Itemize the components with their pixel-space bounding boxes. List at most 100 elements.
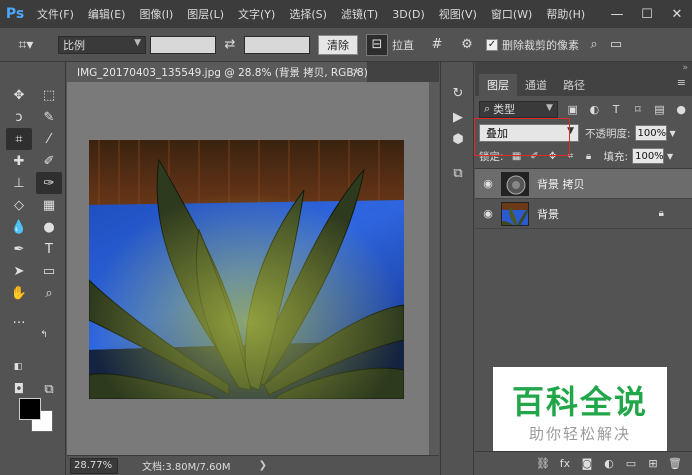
hand-tool-icon[interactable]: ✋ [6, 282, 32, 304]
menu-type[interactable]: 文字(Y) [231, 6, 282, 22]
lock-all-icon[interactable]: 🔒︎ [580, 148, 598, 164]
document-image[interactable] [89, 140, 404, 399]
straighten-icon[interactable]: ⊟ [366, 33, 388, 56]
eye-icon[interactable]: ◉ [475, 207, 501, 220]
path-select-tool-icon[interactable]: ➤ [6, 260, 32, 282]
menu-help[interactable]: 帮助(H) [539, 6, 592, 22]
menu-layer[interactable]: 图层(L) [180, 6, 231, 22]
rectangle-tool-icon[interactable]: ▭ [36, 260, 62, 282]
tools-panel: ✥ ⬚ ↄ ✎ ⌗ ⁄ ✚ ✐ ⊥ ✑ ◇ ▦ 💧 ● ✒ T ➤ ▭ ✋ ⌕ … [0, 62, 66, 475]
tab-channels[interactable]: 通道 [517, 74, 555, 96]
default-colors-icon[interactable]: ◧ [10, 360, 26, 374]
layer-filter-value: 类型 [493, 103, 516, 116]
eyedropper-tool-icon[interactable]: ⁄ [36, 128, 62, 150]
trash-icon[interactable]: 🗑︎ [664, 454, 686, 474]
layer-row[interactable]: ◉ 背景 拷贝 [475, 169, 692, 199]
fill-chevron-icon[interactable]: ▼ [664, 147, 676, 165]
blend-mode-select[interactable]: 叠加 ▼ [474, 118, 579, 156]
brush-tool-icon[interactable]: ✐ [36, 150, 62, 172]
zoom-level-field[interactable]: 28.77% [70, 457, 118, 474]
menu-image[interactable]: 图像(I) [132, 6, 180, 22]
history-panel-icon[interactable]: ↻ [447, 82, 469, 104]
gradient-tool-icon[interactable]: ▦ [36, 194, 62, 216]
menu-select[interactable]: 选择(S) [282, 6, 334, 22]
adjustment-layer-icon[interactable]: ◐ [598, 454, 620, 474]
swap-colors-icon[interactable]: ↰ [36, 328, 52, 342]
minimize-button[interactable]: — [602, 0, 632, 28]
clear-button[interactable]: 清除 [318, 34, 358, 55]
link-layers-icon[interactable]: ⛓ [532, 454, 554, 474]
watermark-title: 百科全说 [511, 383, 648, 421]
filter-pixel-icon[interactable]: ▣ [562, 100, 584, 118]
opacity-label: 不透明度: [585, 127, 631, 140]
filter-toggle-icon[interactable]: ● [670, 100, 692, 118]
new-layer-icon[interactable]: ⊞ [642, 454, 664, 474]
actions-panel-icon[interactable]: ▶ [447, 106, 469, 128]
new-group-icon[interactable]: ▭ [620, 454, 642, 474]
opacity-input[interactable]: 100% [634, 125, 667, 141]
blur-tool-icon[interactable]: 💧 [6, 216, 32, 238]
panel-tabs: 图层 通道 路径 ≡ » [475, 62, 692, 96]
pen-tool-icon[interactable]: ✒ [6, 238, 32, 260]
menu-file[interactable]: 文件(F) [30, 6, 81, 22]
layer-row[interactable]: ◉ 背景 🔒︎ [475, 199, 692, 229]
filter-adjustment-icon[interactable]: ◐ [584, 100, 606, 118]
search-icon[interactable]: ⌕ [583, 34, 605, 56]
paragraph-panel-icon[interactable]: ⧉ [447, 162, 469, 184]
workspace-icon[interactable]: ▭ [605, 34, 627, 56]
close-button[interactable]: ✕ [662, 0, 692, 28]
ratio-select[interactable]: 比例 ▼ [58, 35, 146, 54]
tab-layers[interactable]: 图层 [479, 74, 517, 96]
layer-filter-select[interactable]: ⌕ 类型 ▼ [479, 100, 558, 118]
maximize-button[interactable]: ☐ [632, 0, 662, 28]
eye-icon[interactable]: ◉ [475, 177, 501, 190]
screen-mode-icon[interactable]: ⧉ [36, 378, 62, 400]
add-mask-icon[interactable]: ◙ [576, 454, 598, 474]
document-tab[interactable]: IMG_20170403_135549.jpg @ 28.8% (背景 拷贝, … [67, 62, 367, 82]
close-tab-icon[interactable]: × [352, 65, 361, 78]
type-tool-icon[interactable]: T [36, 238, 62, 260]
menu-view[interactable]: 视图(V) [432, 6, 484, 22]
overlay-grid-icon[interactable]: # [426, 34, 448, 56]
filter-shape-icon[interactable]: ⌑ [627, 100, 649, 118]
menu-filter[interactable]: 滤镜(T) [334, 6, 385, 22]
dodge-tool-icon[interactable]: ● [36, 216, 62, 238]
status-menu-arrow-icon[interactable]: ❯ [259, 460, 267, 471]
canvas-area[interactable] [67, 82, 439, 455]
layer-name[interactable]: 背景 [537, 206, 559, 222]
delete-cropped-checkbox[interactable]: ✓ [486, 38, 498, 51]
quick-mask-icon[interactable]: ◘ [6, 378, 32, 400]
zoom-tool-icon[interactable]: ⌕ [36, 282, 62, 304]
opacity-chevron-icon[interactable]: ▼ [667, 124, 679, 142]
swap-icon[interactable]: ⇄ [219, 34, 241, 56]
history-brush-tool-icon[interactable]: ✑ [36, 172, 62, 194]
move-tool-icon[interactable]: ✥ [6, 84, 32, 106]
marquee-tool-icon[interactable]: ⬚ [36, 84, 62, 106]
gear-icon[interactable]: ⚙ [456, 34, 478, 56]
healing-brush-tool-icon[interactable]: ✚ [6, 150, 32, 172]
crop-tool-preset-icon[interactable]: ⌗▾ [8, 32, 44, 58]
lasso-tool-icon[interactable]: ↄ [6, 106, 32, 128]
fill-input[interactable]: 100% [632, 148, 665, 164]
tab-paths[interactable]: 路径 [555, 74, 593, 96]
menu-window[interactable]: 窗口(W) [484, 6, 539, 22]
layer-name[interactable]: 背景 拷贝 [537, 176, 585, 192]
layer-style-icon[interactable]: fx [554, 454, 576, 474]
eraser-tool-icon[interactable]: ◇ [6, 194, 32, 216]
foreground-color-swatch[interactable] [19, 398, 41, 420]
crop-tool-icon[interactable]: ⌗ [6, 128, 32, 150]
more-tools-icon[interactable]: … [6, 308, 32, 330]
collapse-panel-icon[interactable]: » [682, 63, 688, 73]
ratio-width-input[interactable] [150, 35, 216, 54]
ratio-height-input[interactable] [244, 35, 310, 54]
3d-panel-icon[interactable]: ⬢ [447, 128, 469, 150]
canvas-vertical-scrollbar[interactable] [429, 82, 439, 455]
clone-stamp-tool-icon[interactable]: ⊥ [6, 172, 32, 194]
quick-select-tool-icon[interactable]: ✎ [36, 106, 62, 128]
menu-3d[interactable]: 3D(D) [385, 8, 432, 21]
filter-type-icon[interactable]: T [605, 100, 627, 118]
chevron-down-icon: ▼ [134, 37, 141, 48]
panel-menu-icon[interactable]: ≡ [677, 76, 686, 89]
menu-edit[interactable]: 编辑(E) [81, 6, 133, 22]
filter-smart-object-icon[interactable]: ▤ [649, 100, 671, 118]
